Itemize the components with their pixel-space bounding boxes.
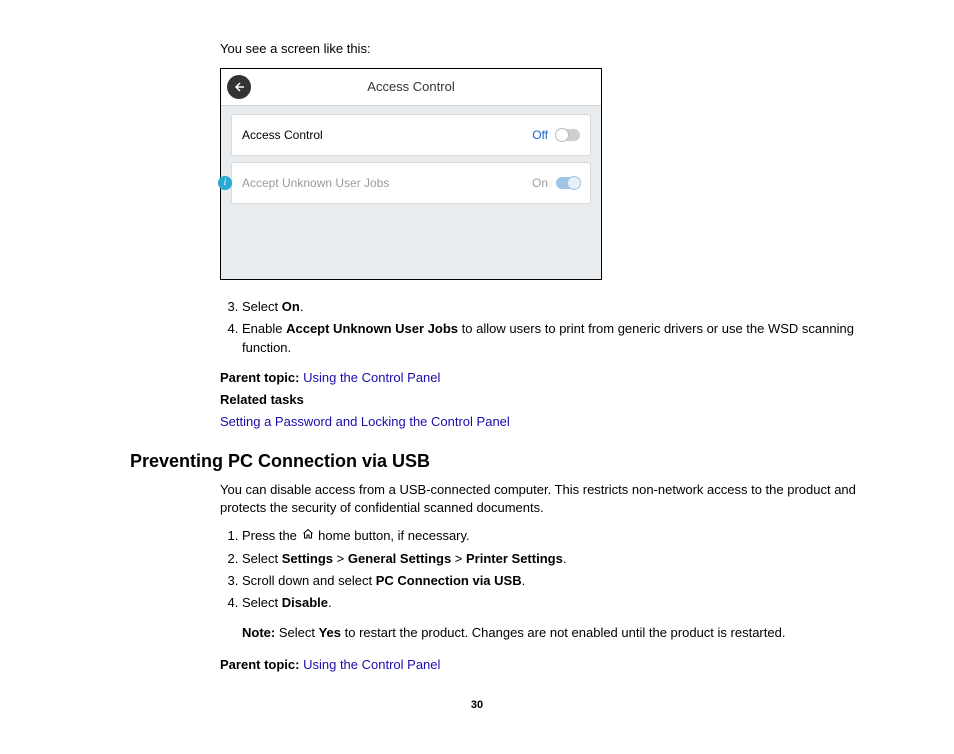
parent-topic-line-2: Parent topic: Using the Control Panel — [220, 656, 874, 674]
embedded-screenshot: Access Control Access Control Off i Acce… — [220, 68, 602, 280]
row-value: On — [532, 175, 548, 192]
page-number: 30 — [60, 698, 894, 713]
step-b1: Press the home button, if necessary. — [242, 527, 874, 546]
row-accept-unknown: i Accept Unknown User Jobs On — [231, 162, 591, 204]
step-b2: Select Settings > General Settings > Pri… — [242, 550, 874, 568]
row-label: Accept Unknown User Jobs — [242, 176, 532, 191]
row-value: Off — [532, 127, 548, 144]
section-heading: Preventing PC Connection via USB — [130, 449, 894, 474]
step-3: Select On. — [242, 298, 874, 316]
toggle-on-icon — [556, 177, 580, 189]
row-access-control[interactable]: Access Control Off — [231, 114, 591, 156]
steps-list-a: Select On. Enable Accept Unknown User Jo… — [220, 298, 874, 357]
step-4: Enable Accept Unknown User Jobs to allow… — [242, 320, 874, 356]
related-tasks-label: Related tasks — [220, 391, 874, 409]
related-tasks-link[interactable]: Setting a Password and Locking the Contr… — [220, 414, 510, 429]
screenshot-header: Access Control — [221, 69, 601, 106]
home-icon — [301, 527, 315, 545]
step-b3: Scroll down and select PC Connection via… — [242, 572, 874, 590]
parent-topic-line: Parent topic: Using the Control Panel — [220, 369, 874, 387]
note-block: Note: Select Yes to restart the product.… — [242, 624, 874, 642]
info-icon: i — [218, 176, 232, 190]
step-b4: Select Disable. — [242, 594, 874, 612]
section-intro: You can disable access from a USB-connec… — [220, 481, 874, 517]
parent-topic-link-2[interactable]: Using the Control Panel — [303, 657, 440, 672]
row-label: Access Control — [242, 128, 532, 143]
screenshot-body: Access Control Off i Accept Unknown User… — [221, 106, 601, 279]
toggle-off-icon[interactable] — [556, 129, 580, 141]
screenshot-title: Access Control — [221, 78, 601, 96]
parent-topic-link[interactable]: Using the Control Panel — [303, 370, 440, 385]
intro-text: You see a screen like this: — [220, 40, 874, 58]
steps-list-b: Press the home button, if necessary. Sel… — [220, 527, 874, 612]
